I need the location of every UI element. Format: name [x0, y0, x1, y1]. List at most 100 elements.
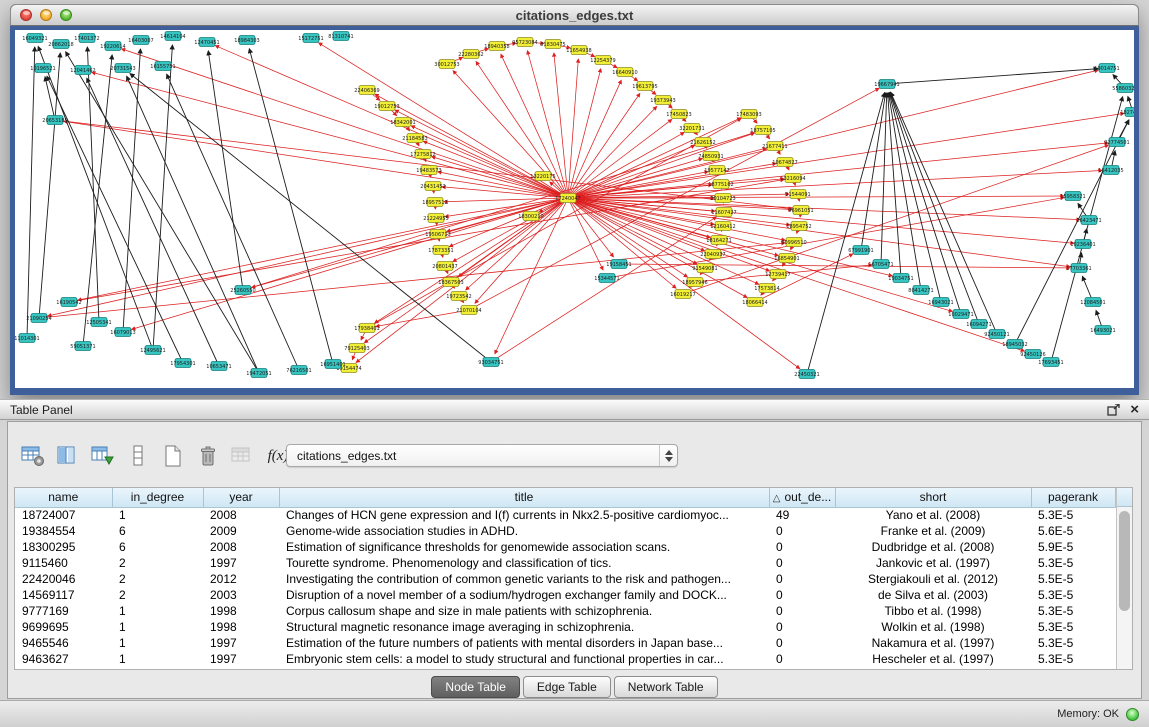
- column-header-year[interactable]: year: [203, 488, 279, 507]
- network-node[interactable]: 81830475: [540, 40, 565, 49]
- network-node[interactable]: 16493021: [1090, 326, 1115, 335]
- network-node[interactable]: 18775162: [708, 180, 733, 189]
- table-cell[interactable]: 0: [769, 523, 835, 539]
- network-node[interactable]: 22040937: [700, 250, 725, 259]
- table-cell[interactable]: Jankovic et al. (1997): [835, 555, 1031, 571]
- network-node[interactable]: 22406369: [354, 86, 379, 95]
- column-header-title[interactable]: title: [279, 488, 769, 507]
- network-node[interactable]: 12041462: [70, 66, 95, 75]
- network-node[interactable]: 12505341: [86, 318, 111, 327]
- table-cell[interactable]: 0: [769, 571, 835, 587]
- table-cell[interactable]: 9777169: [15, 603, 112, 619]
- table-cell[interactable]: 0: [769, 635, 835, 651]
- network-node[interactable]: 18984303: [234, 36, 259, 45]
- table-cell[interactable]: 0: [769, 603, 835, 619]
- network-node[interactable]: 81310741: [328, 32, 353, 41]
- network-node[interactable]: 10029471: [948, 310, 973, 319]
- network-node[interactable]: 14614104: [160, 32, 185, 41]
- table-scrollbar[interactable]: [1116, 488, 1132, 669]
- delete-table-icon[interactable]: [195, 443, 221, 469]
- network-node[interactable]: 16094271: [966, 320, 991, 329]
- table-cell[interactable]: Yano et al. (2008): [835, 507, 1031, 523]
- network-node[interactable]: 92450121: [984, 330, 1009, 339]
- network-node[interactable]: 17573814: [754, 284, 779, 293]
- network-node[interactable]: 18367503: [438, 278, 463, 287]
- table-row[interactable]: 911546021997Tourette syndrome. Phenomeno…: [15, 555, 1115, 571]
- import-table-icon[interactable]: [230, 443, 256, 469]
- network-node[interactable]: 10236401: [1070, 240, 1095, 249]
- network-node[interactable]: 21224955: [423, 214, 448, 223]
- tab-network-table[interactable]: Network Table: [614, 676, 718, 698]
- table-cell[interactable]: Embryonic stem cells: a model to study s…: [279, 651, 769, 667]
- network-node[interactable]: 16190542: [56, 298, 81, 307]
- table-cell[interactable]: Tourette syndrome. Phenomenology and cla…: [279, 555, 769, 571]
- network-node[interactable]: 12254379: [590, 56, 615, 65]
- close-panel-icon[interactable]: ×: [1130, 404, 1139, 416]
- network-node[interactable]: 17240047: [555, 194, 580, 203]
- network-node[interactable]: 19723542: [446, 292, 471, 301]
- scrollbar-thumb[interactable]: [1119, 511, 1130, 611]
- network-node[interactable]: 17483093: [736, 110, 761, 119]
- table-cell[interactable]: Corpus callosum shape and size in male p…: [279, 603, 769, 619]
- table-cell[interactable]: 5.3E-5: [1031, 507, 1115, 523]
- table-cell[interactable]: 2008: [203, 507, 279, 523]
- table-cell[interactable]: 1998: [203, 603, 279, 619]
- table-cell[interactable]: 2008: [203, 539, 279, 555]
- network-node[interactable]: 21677411: [762, 142, 787, 151]
- network-node[interactable]: 16019217: [670, 290, 695, 299]
- table-cell[interactable]: Dudbridge et al. (2008): [835, 539, 1031, 555]
- network-node[interactable]: 16423471: [1076, 216, 1101, 225]
- network-node[interactable]: 19220614: [100, 42, 125, 51]
- table-cell[interactable]: Stergiakouli et al. (2012): [835, 571, 1031, 587]
- network-node[interactable]: 80996510: [781, 238, 806, 247]
- network-node[interactable]: 17693451: [1038, 358, 1063, 367]
- table-cell[interactable]: Changes of HCN gene expression and I(f) …: [279, 507, 769, 523]
- table-row[interactable]: 2242004622012Investigating the contribut…: [15, 571, 1115, 587]
- network-node[interactable]: 32201731: [679, 124, 704, 133]
- network-node[interactable]: 91549081: [692, 264, 717, 273]
- table-cell[interactable]: 5.3E-5: [1031, 619, 1115, 635]
- network-node[interactable]: 10196521: [30, 64, 55, 73]
- network-node[interactable]: 12495621: [140, 346, 165, 355]
- table-cell[interactable]: 5.3E-5: [1031, 603, 1115, 619]
- table-cell[interactable]: 22420046: [15, 571, 112, 587]
- network-node[interactable]: 16705471: [868, 260, 893, 269]
- table-cell[interactable]: 1: [112, 635, 203, 651]
- network-node[interactable]: 18066414: [742, 298, 767, 307]
- column-header-in-degree[interactable]: in_degree: [112, 488, 203, 507]
- table-cell[interactable]: 2: [112, 587, 203, 603]
- column-header-name[interactable]: name: [15, 488, 112, 507]
- float-panel-icon[interactable]: [1107, 404, 1120, 416]
- show-columns-icon[interactable]: [55, 443, 81, 469]
- table-row[interactable]: 946554611997Estimation of the future num…: [15, 635, 1115, 651]
- table-row[interactable]: 1872400712008Changes of HCN gene express…: [15, 507, 1115, 523]
- table-cell[interactable]: 2: [112, 555, 203, 571]
- network-node[interactable]: 13216094: [780, 174, 805, 183]
- table-cell[interactable]: 1: [112, 603, 203, 619]
- network-node[interactable]: 19472051: [246, 369, 271, 378]
- network-node[interactable]: 15958321: [1060, 192, 1085, 201]
- table-cell[interactable]: 19384554: [15, 523, 112, 539]
- network-node[interactable]: 17873351: [428, 246, 453, 255]
- table-row[interactable]: 1938455462009Genome-wide association stu…: [15, 523, 1115, 539]
- network-node[interactable]: 59051371: [70, 342, 95, 351]
- network-node[interactable]: 19158451: [606, 260, 631, 269]
- network-node[interactable]: 16403007: [128, 36, 153, 45]
- network-node[interactable]: 21090254: [26, 314, 51, 323]
- table-row[interactable]: 946362711997Embryonic stem cells: a mode…: [15, 651, 1115, 667]
- table-cell[interactable]: Investigating the contribution of common…: [279, 571, 769, 587]
- network-window-titlebar[interactable]: citations_edges.txt: [10, 4, 1139, 26]
- network-node[interactable]: 20653185: [42, 116, 67, 125]
- network-node[interactable]: 16049321: [22, 34, 47, 43]
- network-node[interactable]: 80414271: [908, 286, 933, 295]
- table-cell[interactable]: 9463627: [15, 651, 112, 667]
- new-table-icon[interactable]: [160, 443, 186, 469]
- network-node[interactable]: 16640910: [612, 68, 637, 77]
- network-node[interactable]: 16943021: [928, 298, 953, 307]
- table-cell[interactable]: de Silva et al. (2003): [835, 587, 1031, 603]
- table-cell[interactable]: 14569117: [15, 587, 112, 603]
- network-node[interactable]: 12084501: [1080, 298, 1105, 307]
- network-node[interactable]: 17275812: [410, 150, 435, 159]
- table-cell[interactable]: 2009: [203, 523, 279, 539]
- table-cell[interactable]: 2012: [203, 571, 279, 587]
